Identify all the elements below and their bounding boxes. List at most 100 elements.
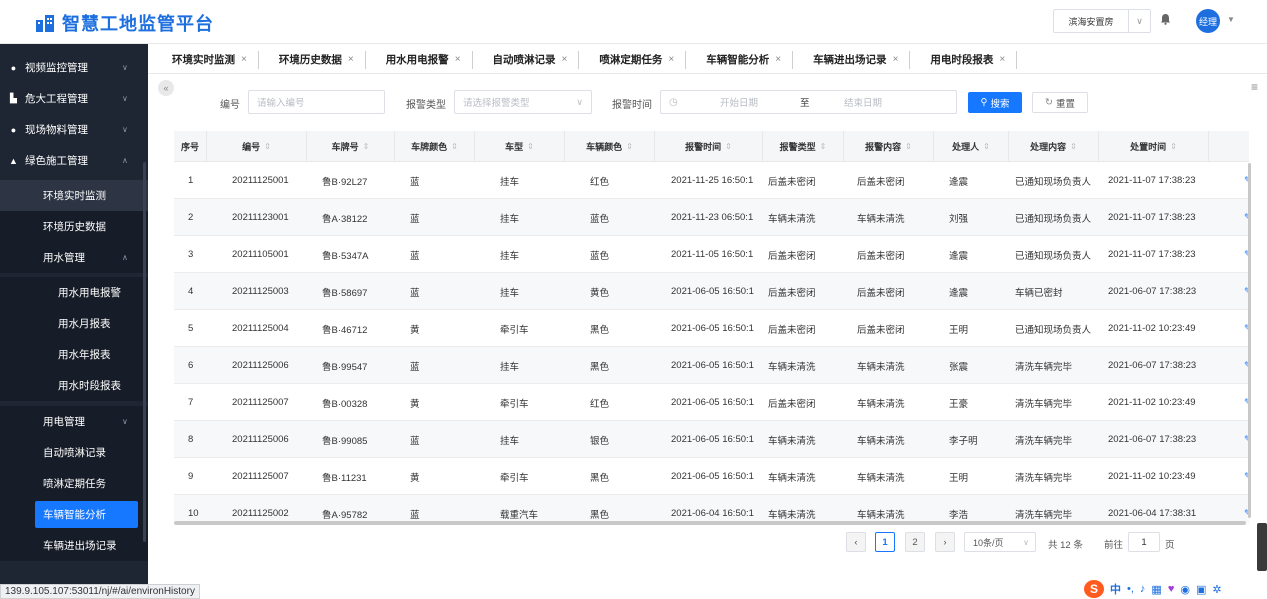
sort-icon[interactable]: ⇕ <box>820 142 827 151</box>
sidebar-subitem-water-period[interactable]: 用水时段报表 <box>0 370 148 401</box>
table-row[interactable]: 4 20211125003 鲁B·58697 蓝 挂车 黄色 2021-06-05 16:5… <box>174 273 1249 310</box>
column-header-handler[interactable]: 处理人 ⇕ <box>934 131 1009 162</box>
sidebar-subitem-vehicle-analysis[interactable]: 车辆智能分析 <box>0 499 148 530</box>
next-page-button[interactable]: › <box>935 532 955 552</box>
sort-icon[interactable]: ⇕ <box>1170 142 1177 151</box>
table-row[interactable]: 2 20211123001 鲁A·38122 蓝 挂车 蓝色 2021-11-23 06:5… <box>174 199 1249 236</box>
toolbox-icon[interactable]: ◉ <box>1180 583 1190 596</box>
column-header-plate[interactable]: 车牌号 ⇕ <box>307 131 395 162</box>
tab-vehicle-analysis[interactable]: 车辆智能分析 × <box>686 50 794 69</box>
close-icon[interactable]: × <box>668 54 674 65</box>
sidebar-subitem-water[interactable]: 用水管理 ∧ <box>0 242 148 273</box>
table-row[interactable]: 9 20211125007 鲁B·11231 黄 牵引车 黑色 2021-06-05 16:… <box>174 458 1249 495</box>
sidebar-subitem-power[interactable]: 用电管理 ∨ <box>0 406 148 437</box>
page-button-2[interactable]: 2 <box>905 532 925 552</box>
skin-icon[interactable]: ♥ <box>1168 583 1175 595</box>
sort-icon[interactable]: ⇕ <box>527 142 534 151</box>
cell-plate: 鲁B·58697 <box>322 287 368 299</box>
close-icon[interactable]: × <box>562 54 568 65</box>
sidebar-scrollbar[interactable] <box>143 162 146 542</box>
column-header-alarm-content[interactable]: 报警内容 ⇕ <box>844 131 934 162</box>
page-size-select[interactable]: 10条/页 ∨ <box>964 532 1036 552</box>
close-icon[interactable]: × <box>348 54 354 65</box>
tab-env-realtime[interactable]: 环境实时监测 × <box>148 50 259 69</box>
sort-icon[interactable]: ⇕ <box>451 142 458 151</box>
column-header-code[interactable]: 编号 ⇕ <box>207 131 307 162</box>
table-row[interactable]: 6 20211125006 鲁B·99547 蓝 挂车 黑色 2021-06-05 16:5… <box>174 347 1249 384</box>
tab-power-period[interactable]: 用电时段报表 × <box>910 50 1018 69</box>
sidebar-item-green[interactable]: ▲ 绿色施工管理 ∧ <box>0 145 148 176</box>
end-date-input[interactable]: 结束日期 <box>844 95 882 109</box>
date-range-picker[interactable]: ◷ 开始日期 至 结束日期 <box>660 90 957 114</box>
close-icon[interactable]: × <box>241 54 247 65</box>
chinese-mode-icon[interactable]: 中 <box>1110 581 1121 597</box>
sort-icon[interactable]: ⇕ <box>725 142 732 151</box>
table-row[interactable]: 3 20211105001 鲁B·5347A 蓝 挂车 蓝色 2021-11-05 16:5… <box>174 236 1249 273</box>
side-widget[interactable] <box>1257 523 1267 571</box>
reset-button[interactable]: ↻ 重置 <box>1032 92 1088 113</box>
close-icon[interactable]: × <box>455 54 461 65</box>
sidebar-subitem-spray-record[interactable]: 自动喷淋记录 <box>0 437 148 468</box>
page-jump-input[interactable]: 1 <box>1128 532 1160 552</box>
id-input[interactable]: 请输入编号 <box>248 90 385 114</box>
keyboard-icon[interactable]: ▦ <box>1151 583 1161 596</box>
start-date-input[interactable]: 开始日期 <box>720 95 758 109</box>
grid-icon[interactable]: ▣ <box>1196 583 1206 596</box>
column-header-handle-time[interactable]: 处置时间 ⇕ <box>1099 131 1209 162</box>
caret-down-icon[interactable]: ▼ <box>1227 15 1235 24</box>
table-row[interactable]: 10 20211125002 鲁A·95782 蓝 载重汽车 黑色 2021-06-04 1… <box>174 495 1249 524</box>
sort-icon[interactable]: ⇕ <box>1070 142 1077 151</box>
sort-icon[interactable]: ⇕ <box>626 142 633 151</box>
sidebar-item-video[interactable]: ● 视频监控管理 ∨ <box>0 52 148 83</box>
tab-vehicle-inout[interactable]: 车辆进出场记录 × <box>793 50 911 69</box>
column-header-plate-color[interactable]: 车牌颜色 ⇕ <box>395 131 475 162</box>
column-header-alarm-time[interactable]: 报警时间 ⇕ <box>655 131 763 162</box>
tab-water-alarm[interactable]: 用水用电报警 × <box>366 50 473 69</box>
horizontal-scrollbar[interactable] <box>174 521 1246 525</box>
column-header-handle-content[interactable]: 处理内容 ⇕ <box>1009 131 1099 162</box>
column-header-vehicle-type[interactable]: 车型 ⇕ <box>475 131 565 162</box>
video-icon: ● <box>10 62 17 73</box>
close-icon[interactable]: × <box>893 54 899 65</box>
page-button-1[interactable]: 1 <box>875 532 895 552</box>
sidebar-subitem-env-history[interactable]: 环境历史数据 <box>0 211 148 242</box>
vertical-scrollbar[interactable] <box>1248 163 1251 518</box>
sort-icon[interactable]: ⇕ <box>264 142 271 151</box>
tab-spray-task[interactable]: 喷淋定期任务 × <box>579 50 687 69</box>
sidebar-item-danger[interactable]: ▙ 危大工程管理 ∨ <box>0 83 148 114</box>
close-icon[interactable]: × <box>775 54 781 65</box>
sort-icon[interactable]: ⇕ <box>983 142 990 151</box>
cell-vehicle-color: 银色 <box>590 435 610 447</box>
menu-icon[interactable]: ≡ <box>1251 80 1258 94</box>
bell-icon[interactable] <box>1160 13 1171 28</box>
sidebar-subitem-spray-task[interactable]: 喷淋定期任务 <box>0 468 148 499</box>
search-button[interactable]: ⚲ 搜索 <box>968 92 1022 113</box>
sidebar-subitem-vehicle-inout[interactable]: 车辆进出场记录 <box>0 530 148 561</box>
sidebar-item-material[interactable]: ● 现场物料管理 ∨ <box>0 114 148 145</box>
table-row[interactable]: 5 20211125004 鲁B·46712 黄 牵引车 黑色 2021-06-05 16:… <box>174 310 1249 347</box>
sidebar-subitem-water-alarm[interactable]: 用水用电报警 <box>0 277 148 308</box>
cell-alarm-time: 2021-06-05 16:50:1 <box>671 471 754 482</box>
type-select[interactable]: 请选择报警类型 ∨ <box>454 90 592 114</box>
punctuation-icon[interactable]: •, <box>1127 583 1134 595</box>
prev-page-button[interactable]: ‹ <box>846 532 866 552</box>
sort-icon[interactable]: ⇕ <box>905 142 912 151</box>
settings-icon[interactable]: ✲ <box>1212 583 1221 596</box>
table-row[interactable]: 8 20211125006 鲁B·99085 蓝 挂车 银色 2021-06-05 16:5… <box>174 421 1249 458</box>
avatar[interactable]: 经理 <box>1196 9 1220 33</box>
microphone-icon[interactable]: ♪ <box>1140 583 1146 595</box>
sogou-ime-icon[interactable]: S <box>1084 580 1104 598</box>
tab-env-history[interactable]: 环境历史数据 × <box>259 50 366 69</box>
column-header-alarm-type[interactable]: 报警类型 ⇕ <box>763 131 844 162</box>
table-row[interactable]: 1 20211125001 鲁B·92L27 蓝 挂车 红色 2021-11-25 16:5… <box>174 162 1249 199</box>
tab-spray-record[interactable]: 自动喷淋记录 × <box>473 50 580 69</box>
table-row[interactable]: 7 20211125007 鲁B·00328 黄 牵引车 红色 2021-06-05 16:… <box>174 384 1249 421</box>
sidebar-subitem-env-realtime[interactable]: 环境实时监测 <box>0 180 148 211</box>
column-header-vehicle-color[interactable]: 车辆颜色 ⇕ <box>565 131 655 162</box>
sidebar-subitem-water-year[interactable]: 用水年报表 <box>0 339 148 370</box>
sidebar-subitem-water-month[interactable]: 用水月报表 <box>0 308 148 339</box>
sort-icon[interactable]: ⇕ <box>363 142 370 151</box>
project-select[interactable]: 滨海安置房 ∨ <box>1053 9 1151 33</box>
close-icon[interactable]: × <box>999 54 1005 65</box>
collapse-sidebar-icon[interactable]: « <box>158 80 174 96</box>
